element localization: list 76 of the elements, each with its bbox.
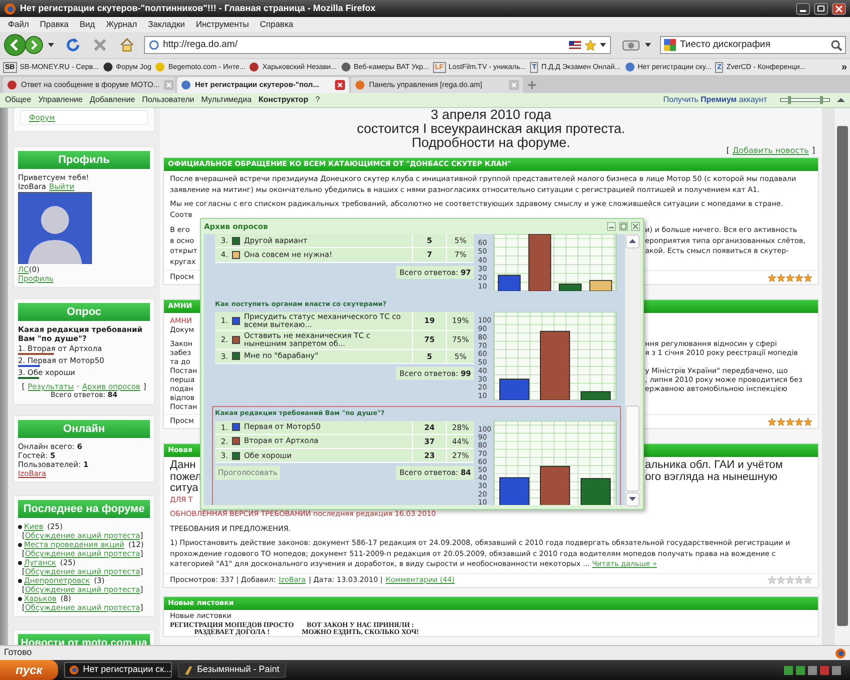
arrow-icon[interactable] <box>837 96 845 104</box>
search-field[interactable]: Тиесто дискография <box>660 36 846 54</box>
globe-icon <box>149 40 159 50</box>
text-fragment: пожел <box>170 470 202 482</box>
toolbar-link[interactable]: Конструктор <box>258 94 308 106</box>
back-button[interactable] <box>4 34 26 56</box>
status-text: Готово <box>4 646 32 660</box>
premium-link[interactable]: Получить Премиум аккаунт <box>663 94 767 106</box>
window-title: Нет регистрации скутеров-"полтинников"!!! - Главная страница - Mozilla Firefox <box>20 2 376 15</box>
paint-icon <box>183 665 193 675</box>
chart-bar <box>589 280 612 291</box>
firefox-icon <box>69 665 79 675</box>
text: [ <box>726 145 730 157</box>
toolbar-link[interactable]: Пользователи <box>142 94 194 106</box>
toolbar-link[interactable]: Управление <box>38 94 83 106</box>
menu-item[interactable]: Файл <box>8 18 29 31</box>
chart-bar <box>580 390 611 400</box>
maximize-button[interactable] <box>619 222 628 231</box>
address-field[interactable]: http://rega.do.am/ <box>144 36 611 54</box>
panel-header: Онлайн <box>18 420 150 438</box>
caret-icon[interactable] <box>48 43 54 47</box>
text-fragment: ситуа <box>170 482 198 494</box>
toolbar-link[interactable]: Добавление <box>90 94 136 106</box>
toolbar-link[interactable]: ? <box>315 94 320 106</box>
start-button[interactable]: пуск <box>0 660 58 680</box>
menu-item[interactable]: Правка <box>40 18 69 31</box>
chart-bar <box>540 330 570 400</box>
search-engine-icon <box>664 39 676 51</box>
text-fragment: альника обл. ГАИ и учётом <box>645 460 783 472</box>
close-button[interactable] <box>631 222 640 231</box>
toolbar-link[interactable]: Мультимедиа <box>201 94 252 106</box>
chart-bar <box>499 378 530 400</box>
firefox-icon <box>835 648 846 658</box>
slider-icon <box>780 96 830 104</box>
caret-icon[interactable] <box>600 43 606 47</box>
chart-bar <box>580 478 611 505</box>
close-icon[interactable] <box>335 80 345 90</box>
text: ] <box>812 145 815 157</box>
text-fragment: ого вэгляда на нынешную <box>645 472 778 483</box>
menu-item[interactable]: Журнал <box>106 18 138 31</box>
menu-item[interactable]: Закладки <box>148 18 185 31</box>
bullet-icon <box>18 578 22 582</box>
toolbar-link[interactable]: Общее <box>5 94 32 106</box>
star-icon <box>585 40 596 50</box>
chart-bar <box>528 234 552 291</box>
taskbar-button[interactable]: Нет регистрации ск... <box>64 662 172 678</box>
bullet-icon <box>18 542 22 546</box>
search-icon[interactable] <box>831 40 842 50</box>
announcement-text: 3 апреля 2010 года состоится I всеукраинская акция протеста. Подробности на форуме. <box>356 108 626 150</box>
chart-bar <box>540 465 570 505</box>
close-button[interactable] <box>832 2 846 14</box>
panel-header: Профиль <box>18 151 150 169</box>
minimize-button[interactable] <box>796 2 810 14</box>
flag-icon <box>569 41 581 49</box>
forward-button[interactable] <box>25 36 43 54</box>
restore-button[interactable] <box>814 2 828 14</box>
bullet-icon <box>18 596 22 600</box>
menu-item[interactable]: Вид <box>80 18 96 31</box>
panel-header: Последнее на форуме <box>18 500 150 518</box>
overflow-chevron[interactable]: » <box>841 60 847 74</box>
tray-icons <box>784 664 844 676</box>
panel-header: Опрос <box>18 303 150 321</box>
caret-icon[interactable] <box>645 43 651 47</box>
taskbar-button[interactable]: Безымянный - Paint <box>178 662 286 678</box>
menu-item[interactable]: Инструменты <box>196 18 249 31</box>
chart-bar <box>499 476 530 505</box>
new-tab-icon[interactable] <box>525 78 539 92</box>
bullet-icon <box>18 560 22 564</box>
bullet-icon <box>18 524 22 528</box>
firefox-icon <box>4 2 16 14</box>
reload-button[interactable] <box>65 37 81 53</box>
camera-icon[interactable] <box>622 39 640 51</box>
menu-item[interactable]: Справка <box>260 18 294 31</box>
chart-bar <box>498 274 521 291</box>
home-button[interactable] <box>119 37 135 53</box>
text-fragment: Данн <box>170 459 196 471</box>
